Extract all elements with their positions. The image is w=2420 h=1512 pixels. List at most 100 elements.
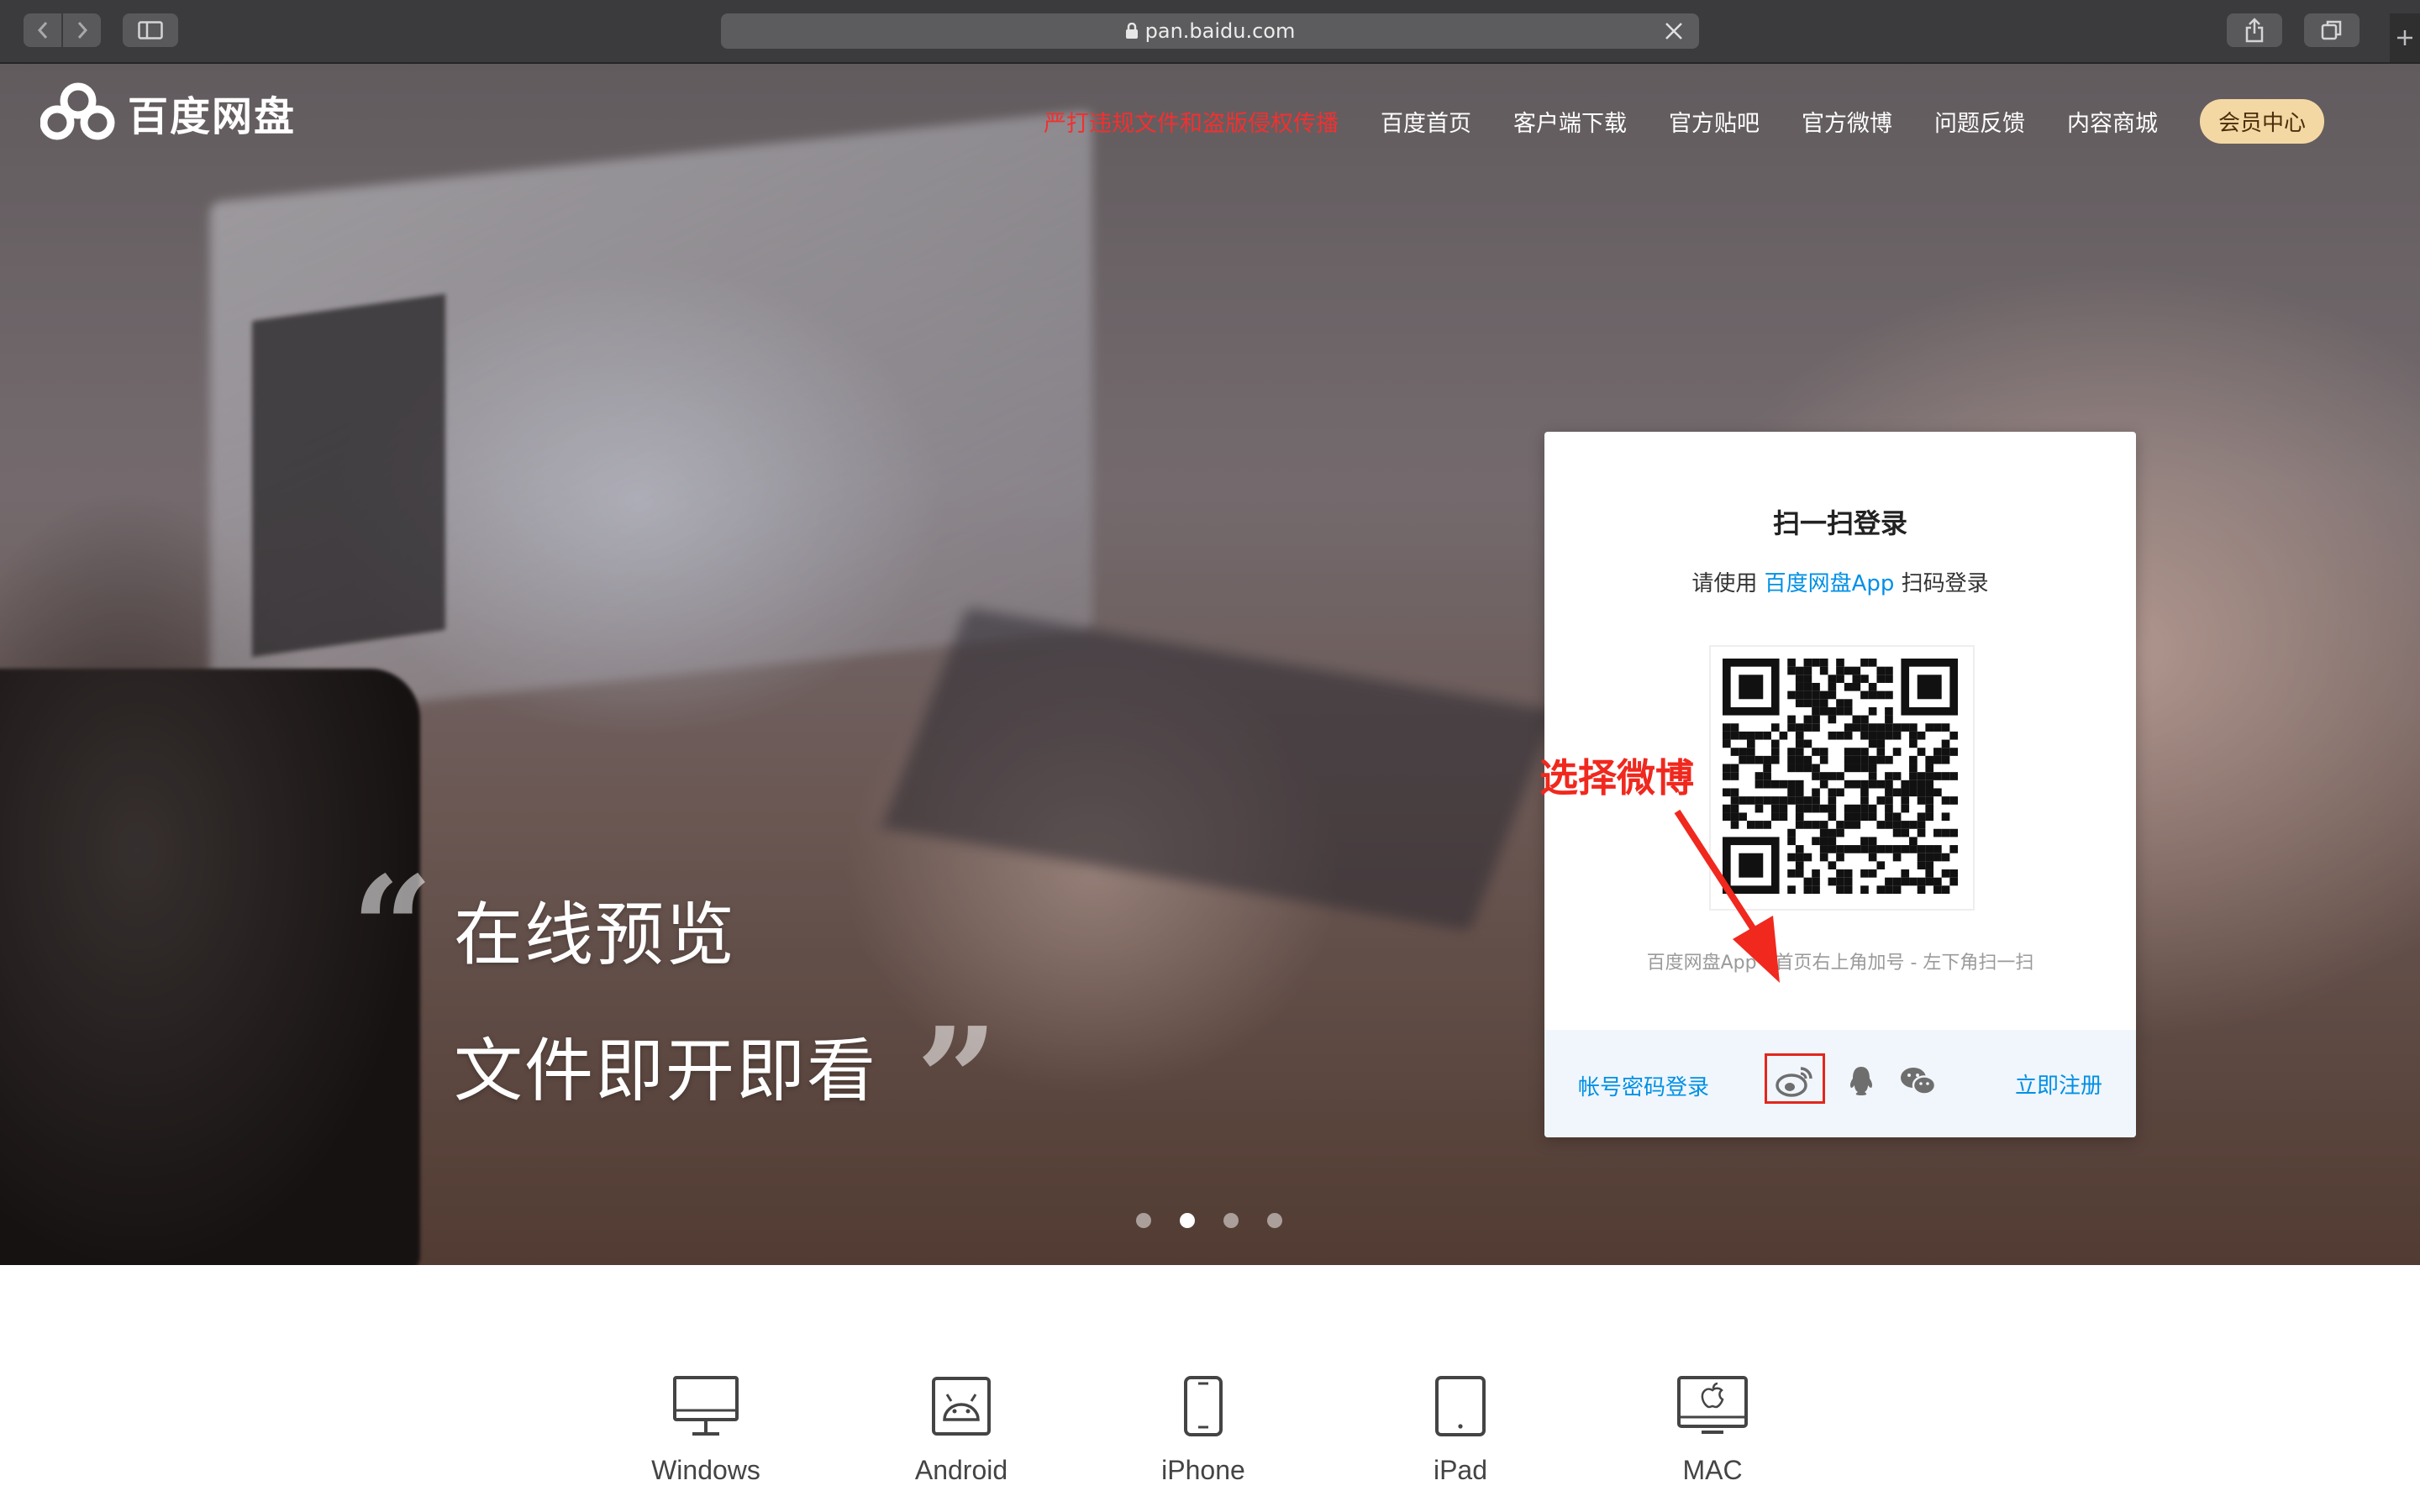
qr-module	[1917, 675, 1942, 700]
qr-module	[1803, 682, 1812, 691]
qr-module	[1836, 885, 1844, 894]
qr-module	[1803, 690, 1812, 700]
qr-module	[1892, 885, 1902, 894]
download-mac[interactable]: MAC	[1628, 1366, 1797, 1486]
nav-item-baidu-home[interactable]: 百度首页	[1381, 105, 1471, 138]
register-link[interactable]: 立即注册	[2015, 1068, 2102, 1100]
qr-module	[1949, 796, 1958, 805]
qr-module	[1754, 780, 1764, 789]
tabs-overview-button[interactable]	[2304, 13, 2360, 47]
wechat-icon[interactable]	[1897, 1060, 1939, 1102]
sidebar-button[interactable]	[123, 13, 178, 47]
qr-module	[1868, 812, 1877, 822]
qr-module	[1852, 682, 1861, 691]
qr-module	[1803, 764, 1812, 773]
qr-module	[1909, 821, 1918, 829]
qr-module	[1868, 845, 1877, 853]
qr-module	[1933, 755, 1942, 764]
qr-module	[1763, 731, 1771, 740]
download-iphone[interactable]: iPhone	[1119, 1366, 1287, 1486]
qr-module	[1925, 772, 1934, 780]
qr-module	[1868, 804, 1877, 813]
qr-module	[1844, 885, 1853, 894]
qr-module	[1819, 659, 1828, 667]
qr-module	[1949, 845, 1958, 853]
qr-module	[1860, 723, 1869, 732]
qq-icon[interactable]	[1840, 1060, 1882, 1102]
qr-module	[1836, 706, 1844, 716]
nav-item-anti-piracy[interactable]: 严打违规文件和盗版侵权传播	[1044, 105, 1339, 138]
chevron-right-icon	[77, 22, 87, 39]
qr-module	[1754, 804, 1764, 813]
weibo-icon[interactable]	[1774, 1060, 1816, 1102]
qr-module	[1949, 772, 1958, 780]
qr-module	[1868, 755, 1877, 764]
carousel-dot[interactable]	[1136, 1213, 1151, 1228]
vip-center-button[interactable]: 会员中心	[2200, 98, 2325, 144]
qr-module	[1892, 723, 1902, 732]
qr-module	[1812, 796, 1820, 805]
download-windows[interactable]: Windows	[622, 1366, 790, 1486]
qr-module	[1901, 788, 1910, 797]
brand-logo[interactable]: 百度网盘	[40, 82, 296, 143]
qr-code	[1709, 645, 1975, 911]
qr-module	[1819, 804, 1828, 813]
nav-item-client-download[interactable]: 客户端下载	[1513, 105, 1627, 138]
qr-module	[1828, 772, 1837, 780]
qr-module	[1892, 821, 1902, 829]
qr-module	[1723, 731, 1731, 740]
new-tab-button[interactable]	[2390, 13, 2420, 62]
qr-module	[1885, 812, 1893, 822]
qr-module	[1812, 715, 1820, 724]
login-title: 扫一扫登录	[1772, 507, 1907, 539]
qr-module	[1723, 739, 1731, 748]
qr-module	[1770, 748, 1780, 756]
qr-module	[1868, 780, 1877, 789]
nav-item-feedback[interactable]: 问题反馈	[1934, 105, 2025, 138]
qr-module	[1925, 723, 1934, 732]
address-bar[interactable]: pan.baidu.com	[721, 13, 1699, 49]
nav-item-official-tieba[interactable]: 官方贴吧	[1669, 105, 1760, 138]
download-android[interactable]: Android	[877, 1366, 1045, 1486]
forward-button[interactable]	[63, 13, 101, 47]
share-button[interactable]	[2227, 13, 2282, 47]
qr-module	[1770, 812, 1780, 822]
qr-module	[1812, 885, 1820, 894]
qr-module	[1787, 885, 1796, 894]
qr-module	[1925, 845, 1934, 853]
qr-module	[1925, 755, 1934, 764]
app-link[interactable]: 百度网盘App	[1765, 571, 1895, 596]
qr-module	[1746, 821, 1755, 829]
download-ipad[interactable]: iPad	[1376, 1366, 1544, 1486]
nav-item-official-weibo[interactable]: 官方微博	[1802, 105, 1892, 138]
qr-module	[1770, 796, 1780, 805]
qr-module	[1885, 715, 1893, 724]
qr-module	[1933, 772, 1942, 780]
qr-module	[1795, 755, 1804, 764]
carousel-dot[interactable]	[1223, 1213, 1239, 1228]
account-password-login-link[interactable]: 帐号密码登录	[1578, 1070, 1709, 1101]
qr-module	[1739, 675, 1764, 700]
qr-module	[1770, 755, 1780, 764]
qr-module	[1739, 755, 1747, 764]
nav-item-content-store[interactable]: 内容商城	[2067, 105, 2158, 138]
qr-module	[1795, 845, 1804, 853]
monitor-icon	[622, 1366, 790, 1446]
qr-module	[1763, 780, 1771, 789]
qr-module	[1917, 731, 1926, 740]
qr-module	[1787, 837, 1796, 846]
qr-module	[1933, 877, 1942, 886]
carousel-dot-active[interactable]	[1180, 1213, 1195, 1228]
qr-module	[1892, 845, 1902, 853]
qr-module	[1795, 675, 1804, 683]
back-button[interactable]	[24, 13, 63, 47]
qr-module	[1787, 723, 1796, 732]
qr-module	[1828, 828, 1837, 837]
qr-module	[1739, 796, 1747, 805]
carousel-dot[interactable]	[1267, 1213, 1282, 1228]
close-icon[interactable]	[1664, 21, 1684, 46]
qr-module	[1828, 796, 1837, 805]
qr-module	[1933, 748, 1942, 756]
qr-module	[1844, 812, 1853, 822]
qr-module	[1949, 877, 1958, 886]
